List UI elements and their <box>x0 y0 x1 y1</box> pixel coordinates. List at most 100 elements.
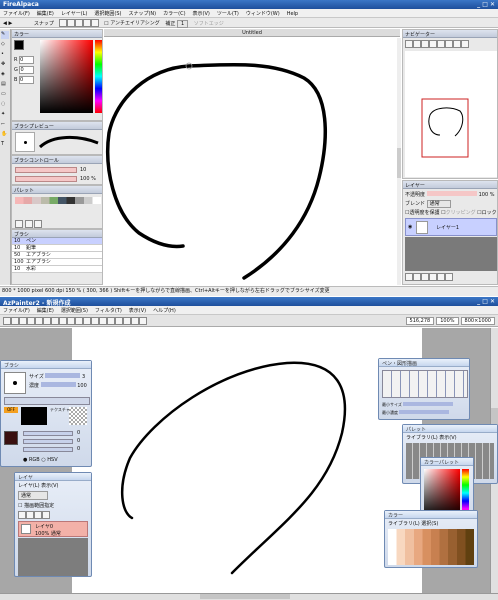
fa-menu-item[interactable]: ファイル(F) <box>3 11 30 17</box>
nav-left-icon[interactable]: ◀ <box>3 21 7 27</box>
dot-tool-icon[interactable]: • <box>1 51 9 59</box>
az-status-cells: 516,278 100% 800×1000 <box>404 317 495 325</box>
antialias-checkbox[interactable]: ☐ <box>104 21 108 27</box>
az-swatch-menu[interactable]: ライブラリ(L) 選択(S) <box>385 519 477 528</box>
az-toolbar-icons[interactable] <box>3 317 147 325</box>
az-b-slider[interactable] <box>23 447 73 452</box>
soft-edge-label[interactable]: ソフトエッジ <box>194 21 224 27</box>
fa-menu-item[interactable]: ツール(T) <box>217 11 239 17</box>
az-density-slider[interactable] <box>40 382 76 387</box>
az-brush-options[interactable] <box>4 397 90 405</box>
clipping-label[interactable]: クリッピング <box>446 210 476 216</box>
palette-buttons[interactable] <box>15 220 43 228</box>
az-menu-item[interactable]: 表示(V) <box>129 308 146 314</box>
gradient-tool-icon[interactable]: ▤ <box>1 81 9 89</box>
fa-menu-item[interactable]: カラー(C) <box>163 11 185 17</box>
protect-label[interactable]: 透明度を保護 <box>409 210 439 216</box>
r-value[interactable]: 0 <box>19 56 35 64</box>
az-layer-row[interactable]: レイヤ0 100% 通常 <box>18 521 88 537</box>
az-layer-buttons[interactable] <box>15 510 91 520</box>
fa-menu-item[interactable]: 編集(E) <box>37 11 54 17</box>
az-layer-info: 100% 通常 <box>35 531 61 537</box>
opacity-slider[interactable] <box>15 176 77 182</box>
az-texture-swatch[interactable] <box>69 407 87 425</box>
brush-list-item[interactable]: 50 エアブラシ <box>12 252 102 259</box>
nav-right-icon[interactable]: ▶ <box>8 21 12 27</box>
fa-menu-item[interactable]: 表示(V) <box>193 11 210 17</box>
az-rgb-radio[interactable]: RGB <box>29 457 40 463</box>
az-layer-menu[interactable]: レイヤ(L) 表示(V) <box>15 481 91 490</box>
fa-menu-item[interactable]: 選択範囲(S) <box>94 11 121 17</box>
az-size-slider[interactable] <box>45 373 81 378</box>
az-hscroll[interactable] <box>0 593 498 600</box>
fa-menu-item[interactable]: ウィンドウ(W) <box>246 11 280 17</box>
az-menu-item[interactable]: 編集(E) <box>37 308 54 314</box>
az-window-controls[interactable]: _ □ ✕ <box>477 298 495 305</box>
az-hsv-radio[interactable]: HSV <box>47 457 57 463</box>
fill-tool-icon[interactable]: ◈ <box>1 71 9 79</box>
brush-list-item[interactable]: 10 水彩 <box>12 266 102 273</box>
az-mask-label[interactable]: 描画範囲指定 <box>24 503 54 509</box>
az-menu-item[interactable]: 選択範囲(S) <box>61 308 88 314</box>
az-menu-item[interactable]: ヘルプ(H) <box>153 308 176 314</box>
layer-row[interactable]: ◉ レイヤー1 <box>405 218 497 236</box>
fa-menu-item[interactable]: Help <box>287 11 298 17</box>
az-color-mode: ● RGB ○ HSV <box>23 457 58 463</box>
eyedropper-icon[interactable]: ⌐ <box>1 121 9 129</box>
primary-color-swatch[interactable] <box>14 40 24 50</box>
az-r-slider[interactable] <box>23 431 73 436</box>
hue-bar[interactable] <box>95 40 102 113</box>
az-min-density-slider[interactable] <box>399 410 450 414</box>
navigator-thumb[interactable] <box>405 51 497 177</box>
hand-tool-icon[interactable]: ✋ <box>1 131 9 139</box>
brush-list-item[interactable]: 10 ペン <box>12 238 102 245</box>
az-density-value: 100 <box>77 383 87 389</box>
blend-select[interactable]: 通常 <box>426 200 451 208</box>
firealpaca-canvas[interactable] <box>104 38 400 285</box>
move-tool-icon[interactable]: ✥ <box>1 61 9 69</box>
g-value[interactable]: 0 <box>19 66 35 74</box>
canvas-tab[interactable]: Untitled <box>104 29 400 37</box>
az-layer-mode-select[interactable]: 通常 <box>18 491 48 500</box>
fa-menu-item[interactable]: スナップ(N) <box>128 11 156 17</box>
brush-tool-icon[interactable]: ✎ <box>1 31 9 39</box>
layer-opacity-slider[interactable] <box>427 191 478 196</box>
eye-icon[interactable]: ◉ <box>408 224 412 230</box>
palette-panel: パレット <box>11 185 103 229</box>
fa-menu-item[interactable]: レイヤー(L) <box>61 11 88 17</box>
navigator-panel: ナビゲーター <box>402 29 498 179</box>
b-value[interactable]: 0 <box>19 76 35 84</box>
eraser-tool-icon[interactable]: ◇ <box>1 41 9 49</box>
az-texture-black[interactable] <box>21 407 47 425</box>
az-off-button[interactable]: OFF <box>4 407 18 413</box>
az-menu-item[interactable]: フィルタ(T) <box>95 308 122 314</box>
correction-select[interactable]: 1 <box>177 19 189 28</box>
az-min-size-slider[interactable] <box>403 402 454 406</box>
az-primary-color[interactable] <box>4 431 18 445</box>
brush-list-item[interactable]: 10 鉛筆 <box>12 245 102 252</box>
size-slider[interactable] <box>15 167 77 173</box>
layer-buttons[interactable] <box>405 273 453 281</box>
palette-swatches[interactable] <box>15 197 101 204</box>
brush-list-item[interactable]: 100 エアブラシ <box>12 259 102 266</box>
magic-wand-icon[interactable]: ✦ <box>1 111 9 119</box>
az-g-slider[interactable] <box>23 439 73 444</box>
snap-label[interactable]: スナップ <box>34 21 54 27</box>
azpainter-canvas[interactable] <box>72 328 422 593</box>
color-square[interactable] <box>40 40 93 113</box>
az-palette-menu[interactable]: ライブラリ(L) 表示(V) <box>403 433 497 442</box>
az-tool-grid[interactable] <box>382 370 468 398</box>
az-swatch-grid[interactable] <box>388 529 474 565</box>
snap-icons[interactable] <box>58 19 99 27</box>
az-r-value: 0 <box>77 430 81 436</box>
select-tool-icon[interactable]: ▭ <box>1 91 9 99</box>
window-controls[interactable]: _ □ ✕ <box>477 1 495 8</box>
tool-column: ✎ ◇ • ✥ ◈ ▤ ▭ ◌ ✦ ⌐ ✋ T <box>0 29 11 285</box>
text-tool-icon[interactable]: T <box>1 141 9 149</box>
lasso-tool-icon[interactable]: ◌ <box>1 101 9 109</box>
canvas-vscroll[interactable] <box>397 38 401 285</box>
navigator-buttons[interactable] <box>405 40 497 49</box>
lock-label[interactable]: ロック <box>482 210 497 216</box>
az-min-density-row: 最小濃度 <box>382 410 450 416</box>
az-menu-item[interactable]: ファイル(F) <box>3 308 30 314</box>
